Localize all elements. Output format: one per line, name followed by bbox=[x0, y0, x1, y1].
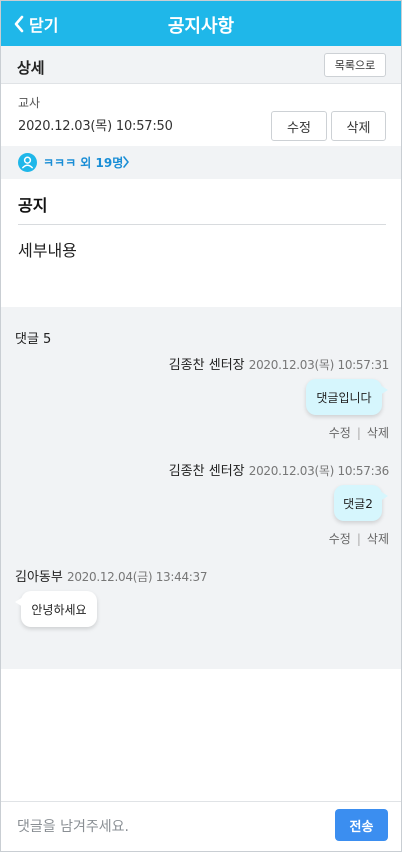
comment-actions: 수정 | 삭제 bbox=[329, 530, 389, 547]
comment-count: 댓글 5 bbox=[15, 332, 52, 347]
comment-edit-link[interactable]: 수정 bbox=[329, 426, 351, 440]
comment-bubble: 댓글2 bbox=[334, 485, 388, 521]
header: 닫기 공지사항 bbox=[1, 1, 401, 46]
comment-header: 김종찬 센터장 2020.12.03(목) 10:57:36 bbox=[168, 460, 390, 479]
user-icon bbox=[18, 153, 37, 172]
comment-author: 김종찬 센터장 bbox=[168, 358, 245, 373]
post-meta: 교사 2020.12.03(목) 10:57:50 bbox=[18, 94, 173, 134]
back-to-list-button[interactable]: 목록으로 bbox=[324, 53, 386, 77]
comment-delete-link[interactable]: 삭제 bbox=[367, 532, 389, 546]
comment-author: 김종찬 센터장 bbox=[168, 464, 245, 479]
detail-label: 상세 bbox=[17, 59, 45, 77]
recipients-text: ㅋㅋㅋ 외 19명 bbox=[43, 156, 124, 170]
comments-section: 댓글 5 김종찬 센터장 2020.12.03(목) 10:57:31 댓글입니… bbox=[1, 307, 401, 669]
separator: | bbox=[356, 532, 361, 546]
comment-header: 김아동부 2020.12.04(금) 13:44:37 bbox=[15, 566, 208, 585]
comment-author: 김아동부 bbox=[15, 570, 63, 585]
notice-content: 공지 세부내용 bbox=[18, 192, 386, 261]
comment-edit-link[interactable]: 수정 bbox=[329, 532, 351, 546]
comment-bubble: 안녕하세요 bbox=[15, 591, 97, 627]
comment-header: 김종찬 센터장 2020.12.03(목) 10:57:31 bbox=[168, 354, 390, 373]
separator: | bbox=[356, 426, 361, 440]
detail-bar: 상세 목록으로 bbox=[1, 46, 401, 84]
notice-title: 공지 bbox=[18, 192, 386, 225]
chevron-right-icon bbox=[123, 156, 129, 168]
comment-actions: 수정 | 삭제 bbox=[329, 424, 389, 441]
comment-timestamp: 2020.12.03(목) 10:57:36 bbox=[248, 464, 390, 478]
comment-timestamp: 2020.12.03(목) 10:57:31 bbox=[248, 358, 390, 372]
post-date: 2020.12.03(목) 10:57:50 bbox=[18, 119, 173, 134]
delete-post-button[interactable]: 삭제 bbox=[331, 111, 386, 141]
comment-input[interactable] bbox=[17, 814, 317, 840]
edit-post-button[interactable]: 수정 bbox=[271, 111, 327, 141]
app-frame: 닫기 공지사항 상세 목록으로 교사 2020.12.03(목) 10:57:5… bbox=[0, 0, 402, 852]
page-title: 공지사항 bbox=[167, 16, 235, 37]
send-button[interactable]: 전송 bbox=[335, 809, 388, 841]
post-author: 교사 bbox=[18, 96, 41, 110]
recipients-bar[interactable]: ㅋㅋㅋ 외 19명 bbox=[1, 146, 401, 179]
comment-input-bar: 전송 bbox=[1, 801, 401, 851]
comment-delete-link[interactable]: 삭제 bbox=[367, 426, 389, 440]
notice-body: 세부내용 bbox=[18, 241, 77, 260]
comment-timestamp: 2020.12.04(금) 13:44:37 bbox=[66, 570, 208, 584]
comment-bubble: 댓글입니다 bbox=[306, 379, 388, 415]
